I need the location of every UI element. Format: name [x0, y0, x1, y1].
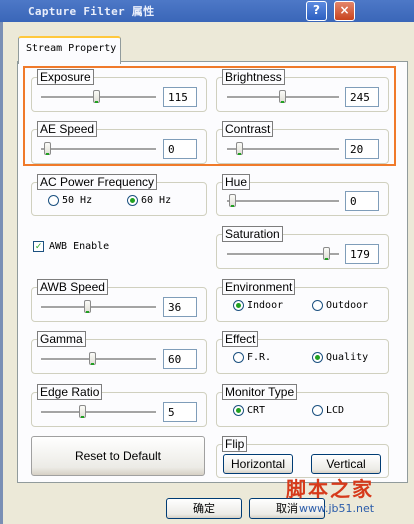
- close-button[interactable]: ×: [334, 1, 355, 21]
- hue-slider-thumb[interactable]: [229, 194, 236, 207]
- radio-crt[interactable]: CRT: [233, 405, 265, 416]
- vertical-button[interactable]: Vertical: [311, 454, 381, 474]
- radio-indoor-label: Indoor: [247, 300, 284, 311]
- horizontal-button[interactable]: Horizontal: [223, 454, 293, 474]
- radio-50hz-circle: [48, 195, 59, 206]
- radio-fr-circle: [233, 352, 244, 363]
- help-button[interactable]: ?: [306, 1, 327, 21]
- effect-label: Effect: [222, 331, 259, 347]
- radio-60hz-label: 60 Hz: [141, 195, 172, 206]
- saturation-slider-thumb[interactable]: [323, 247, 330, 260]
- hue-value[interactable]: 0: [345, 191, 379, 211]
- window-title: Capture Filter 属性: [28, 5, 155, 18]
- monitor-type-label: Monitor Type: [222, 384, 298, 400]
- ac-power-group: AC Power Frequency 50 Hz 60 Hz: [31, 174, 207, 216]
- watermark-url: www.jb51.net: [299, 502, 375, 515]
- radio-indoor-circle: [233, 300, 244, 311]
- radio-indoor[interactable]: Indoor: [233, 300, 283, 311]
- effect-group: Effect F.R. Quality: [216, 331, 389, 374]
- gamma-track: [41, 358, 156, 361]
- radio-outdoor-label: Outdoor: [326, 300, 369, 311]
- watermark-logo: 脚本之家: [286, 477, 374, 501]
- edge-ratio-slider-thumb[interactable]: [79, 405, 86, 418]
- radio-outdoor[interactable]: Outdoor: [312, 300, 368, 311]
- saturation-group: Saturation 179: [216, 226, 389, 269]
- radio-crt-label: CRT: [247, 405, 266, 416]
- hue-label: Hue: [222, 174, 251, 190]
- ok-button[interactable]: 确定: [166, 498, 242, 519]
- environment-label: Environment: [222, 279, 296, 295]
- awb-speed-value[interactable]: 36: [163, 297, 197, 317]
- radio-lcd[interactable]: LCD: [312, 405, 344, 416]
- radio-fr[interactable]: F.R.: [233, 352, 271, 363]
- awb-speed-slider-thumb[interactable]: [84, 300, 91, 313]
- gamma-value[interactable]: 60: [163, 349, 197, 369]
- awb-speed-group: AWB Speed 36: [31, 279, 207, 322]
- flip-label: Flip: [222, 436, 248, 452]
- monitor-type-group: Monitor Type CRT LCD: [216, 384, 389, 427]
- hue-track: [227, 200, 339, 203]
- gamma-group: Gamma 60: [31, 331, 207, 374]
- radio-lcd-circle: [312, 405, 323, 416]
- environment-group: Environment Indoor Outdoor: [216, 279, 389, 322]
- highlight-box: [23, 66, 396, 166]
- reset-to-default-button[interactable]: Reset to Default: [31, 436, 205, 476]
- edge-ratio-label: Edge Ratio: [37, 384, 103, 400]
- ac-power-label: AC Power Frequency: [37, 174, 158, 190]
- awb-speed-label: AWB Speed: [37, 279, 108, 295]
- hue-group: Hue 0: [216, 174, 389, 216]
- awb-enable-checkbox[interactable]: ✓ AWB Enable: [33, 241, 109, 252]
- radio-60hz-circle: [127, 195, 138, 206]
- radio-quality-label: Quality: [326, 352, 369, 363]
- edge-ratio-value[interactable]: 5: [163, 402, 197, 422]
- title-bar: Capture Filter 属性 ? ×: [0, 0, 414, 22]
- radio-fr-label: F.R.: [247, 352, 272, 363]
- tab-label: Stream Property: [26, 43, 117, 54]
- gamma-slider-thumb[interactable]: [89, 352, 96, 365]
- radio-crt-circle: [233, 405, 244, 416]
- awb-speed-track: [41, 306, 156, 309]
- radio-quality-circle: [312, 352, 323, 363]
- awb-enable-check-icon: ✓: [33, 241, 44, 252]
- radio-60hz[interactable]: 60 Hz: [127, 195, 171, 206]
- saturation-label: Saturation: [222, 226, 283, 242]
- radio-quality[interactable]: Quality: [312, 352, 368, 363]
- edge-ratio-track: [41, 411, 156, 414]
- radio-lcd-label: LCD: [326, 405, 345, 416]
- gamma-label: Gamma: [37, 331, 86, 347]
- radio-outdoor-circle: [312, 300, 323, 311]
- awb-enable-label: AWB Enable: [49, 241, 110, 252]
- radio-50hz-label: 50 Hz: [62, 195, 93, 206]
- edge-ratio-group: Edge Ratio 5: [31, 384, 207, 427]
- tab-stream-property[interactable]: Stream Property: [18, 36, 121, 64]
- radio-50hz[interactable]: 50 Hz: [48, 195, 92, 206]
- saturation-value[interactable]: 179: [345, 244, 379, 264]
